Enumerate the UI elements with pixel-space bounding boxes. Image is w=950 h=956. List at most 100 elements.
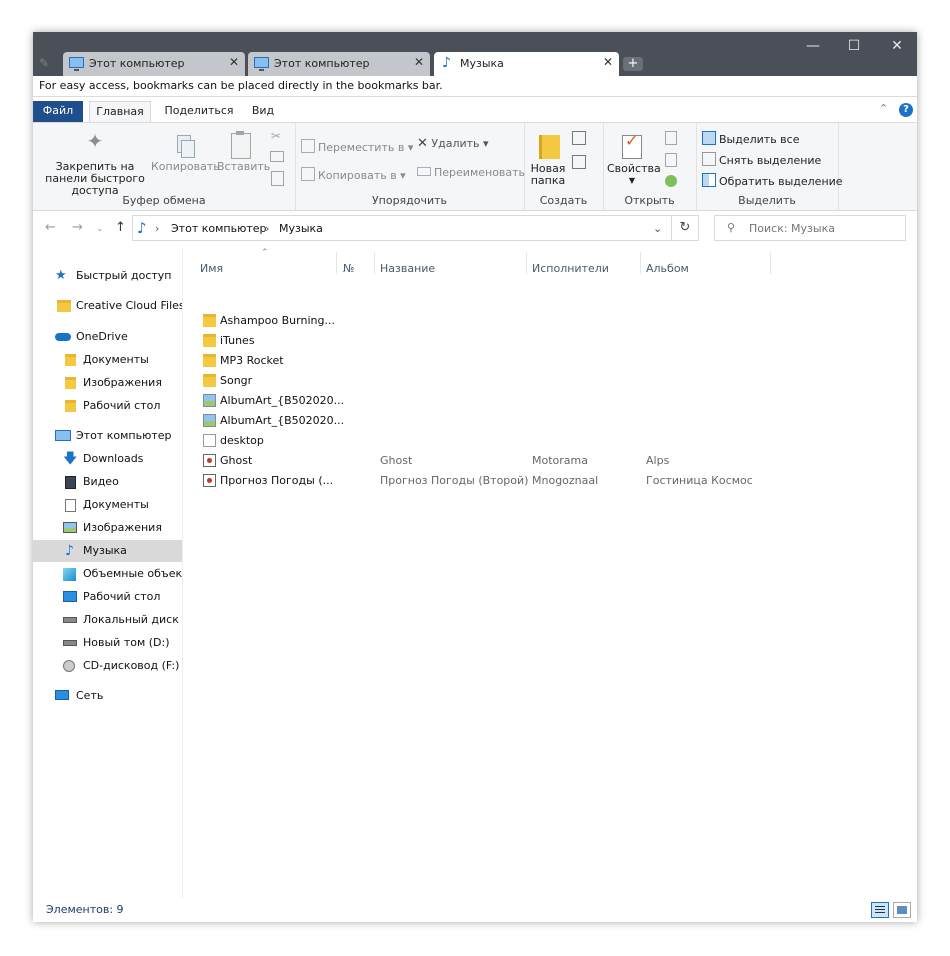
nav-item-video[interactable]: Видео [33, 471, 182, 493]
search-icon: ⚲ [727, 221, 736, 234]
table-row[interactable]: Songr [199, 371, 899, 391]
address-bar[interactable]: ♪ › Этот компьютер › Музыка ⌄ [132, 215, 672, 241]
nav-item-desktop[interactable]: Рабочий стол [33, 586, 182, 608]
tab-close-icon[interactable]: ✕ [603, 55, 613, 69]
wrench-icon[interactable]: ✎ [39, 56, 49, 70]
table-row[interactable]: iTunes [199, 331, 899, 351]
maximize-button[interactable]: ☐ [834, 38, 874, 56]
nav-item-network[interactable]: Сеть [33, 685, 182, 707]
nav-item-local-disk-c[interactable]: Локальный диск (C:) [33, 609, 182, 631]
nav-item-documents[interactable]: Документы [33, 494, 182, 516]
column-header-artists[interactable]: Исполнители [532, 262, 609, 275]
tab-this-pc-1[interactable]: Этот компьютер ✕ [63, 52, 245, 76]
table-row[interactable]: desktop [199, 431, 899, 451]
column-divider[interactable] [526, 252, 527, 274]
copy-button[interactable]: Копировать [151, 135, 220, 173]
properties-button[interactable]: ✓ Свойства ▼ [607, 133, 661, 187]
nav-item-onedrive-pictures[interactable]: Изображения [33, 372, 182, 394]
search-input[interactable] [749, 219, 899, 237]
open-icon[interactable] [665, 131, 677, 145]
invert-selection-icon [702, 173, 716, 187]
new-item-icon[interactable] [572, 131, 586, 145]
help-icon[interactable]: ? [899, 103, 913, 117]
cloud-icon [55, 333, 71, 341]
nav-item-this-pc[interactable]: Этот компьютер [33, 425, 182, 447]
tab-home[interactable]: Главная [89, 101, 151, 122]
forward-arrow-icon[interactable]: → [72, 220, 83, 235]
large-icons-view-button[interactable] [893, 902, 911, 918]
paste-button[interactable]: Вставить [217, 131, 270, 173]
easy-access-icon[interactable] [572, 155, 586, 169]
details-view-button[interactable] [871, 902, 889, 918]
new-tab-button[interactable]: + [623, 57, 643, 71]
back-arrow-icon[interactable]: ← [45, 220, 56, 235]
collapse-ribbon-icon[interactable]: ⌃ [879, 102, 888, 115]
recent-dropdown-icon[interactable]: ⌄ [96, 224, 104, 234]
column-header-title[interactable]: Название [380, 262, 435, 275]
tab-share[interactable]: Поделиться [163, 101, 235, 122]
copy-to-button[interactable]: Копировать в ▾ [301, 167, 406, 182]
column-header-album[interactable]: Альбом [646, 262, 689, 275]
group-select: Выделить все Снять выделение Обратить вы… [696, 123, 843, 210]
breadcrumb-this-pc[interactable]: Этот компьютер [171, 222, 267, 235]
column-divider[interactable] [374, 252, 375, 274]
paste-shortcut-icon[interactable] [271, 171, 284, 186]
column-header-name[interactable]: Имя [200, 262, 223, 275]
nav-item-onedrive-documents[interactable]: Документы [33, 349, 182, 371]
column-divider[interactable] [336, 252, 337, 274]
close-window-button[interactable]: ✕ [877, 38, 917, 56]
pictures-icon [63, 522, 77, 533]
nav-item-volume-d[interactable]: Новый том (D:) [33, 632, 182, 654]
pin-quick-access-button[interactable]: ✦ Закрепить на панели быстрого доступа [39, 131, 151, 197]
minimize-button[interactable]: — [793, 38, 833, 56]
copy-to-icon [301, 167, 315, 181]
folder-icon [65, 354, 76, 366]
nav-item-pictures[interactable]: Изображения [33, 517, 182, 539]
edit-icon[interactable] [665, 153, 677, 167]
history-icon[interactable] [665, 175, 677, 187]
nav-item-3d-objects[interactable]: Объемные объекты [33, 563, 182, 585]
column-divider[interactable] [640, 252, 641, 274]
tab-music[interactable]: ♪ Музыка ✕ [434, 52, 619, 76]
column-divider[interactable] [770, 252, 771, 274]
nav-item-downloads[interactable]: 🡇 Downloads [33, 448, 182, 470]
copy-icon [151, 135, 217, 161]
tab-this-pc-2[interactable]: Этот компьютер ✕ [248, 52, 430, 76]
tab-close-icon[interactable]: ✕ [229, 55, 239, 69]
select-all-button[interactable]: Выделить все [702, 131, 799, 146]
table-row[interactable]: MP3 Rocket [199, 351, 899, 371]
nav-item-cd-drive-f[interactable]: CD-дисковод (F:) [33, 655, 182, 677]
breadcrumb-separator[interactable]: › [265, 222, 269, 235]
nav-item-creative-cloud[interactable]: Creative Cloud Files [33, 295, 182, 317]
table-row[interactable]: Ghost Ghost Motorama Alps [199, 451, 899, 471]
rename-button[interactable]: Переименовать [417, 167, 525, 179]
breadcrumb-music[interactable]: Музыка [279, 222, 323, 235]
nav-item-onedrive[interactable]: OneDrive [33, 326, 182, 348]
refresh-button[interactable]: ↻ [672, 215, 699, 241]
address-dropdown-icon[interactable]: ⌄ [653, 222, 662, 235]
table-row[interactable]: AlbumArt_{B502020... [199, 411, 899, 431]
breadcrumb-separator[interactable]: › [155, 222, 159, 235]
dropdown-arrow-icon: ▼ [628, 176, 636, 185]
table-row[interactable]: Прогноз Погоды (... Прогноз Погоды (Втор… [199, 471, 899, 491]
move-to-button[interactable]: Переместить в ▾ [301, 139, 413, 154]
pin-label: Закрепить на панели быстрого доступа [45, 160, 145, 197]
tab-file[interactable]: Файл [33, 101, 83, 122]
cut-icon[interactable]: ✂ [271, 129, 281, 143]
title-bar: ✎ Этот компьютер ✕ Этот компьютер ✕ ♪ Му… [33, 32, 917, 76]
tab-close-icon[interactable]: ✕ [414, 55, 424, 69]
search-box[interactable]: ⚲ [714, 215, 906, 241]
select-none-button[interactable]: Снять выделение [702, 152, 821, 167]
new-folder-button[interactable]: Новая папка [528, 133, 568, 187]
column-header-number[interactable]: № [343, 262, 354, 275]
copy-path-icon[interactable] [270, 151, 284, 162]
table-row[interactable]: Ashampoo Burning... [199, 311, 899, 331]
nav-item-onedrive-desktop[interactable]: Рабочий стол [33, 395, 182, 417]
table-row[interactable]: AlbumArt_{B502020... [199, 391, 899, 411]
delete-button[interactable]: ✕ Удалить ▾ [417, 137, 489, 150]
invert-selection-button[interactable]: Обратить выделение [702, 173, 843, 188]
nav-item-quick-access[interactable]: ★ Быстрый доступ [33, 265, 182, 287]
nav-item-music[interactable]: ♪ Музыка [33, 540, 182, 562]
tab-view[interactable]: Вид [243, 101, 283, 122]
up-arrow-icon[interactable]: ↑ [115, 220, 126, 235]
